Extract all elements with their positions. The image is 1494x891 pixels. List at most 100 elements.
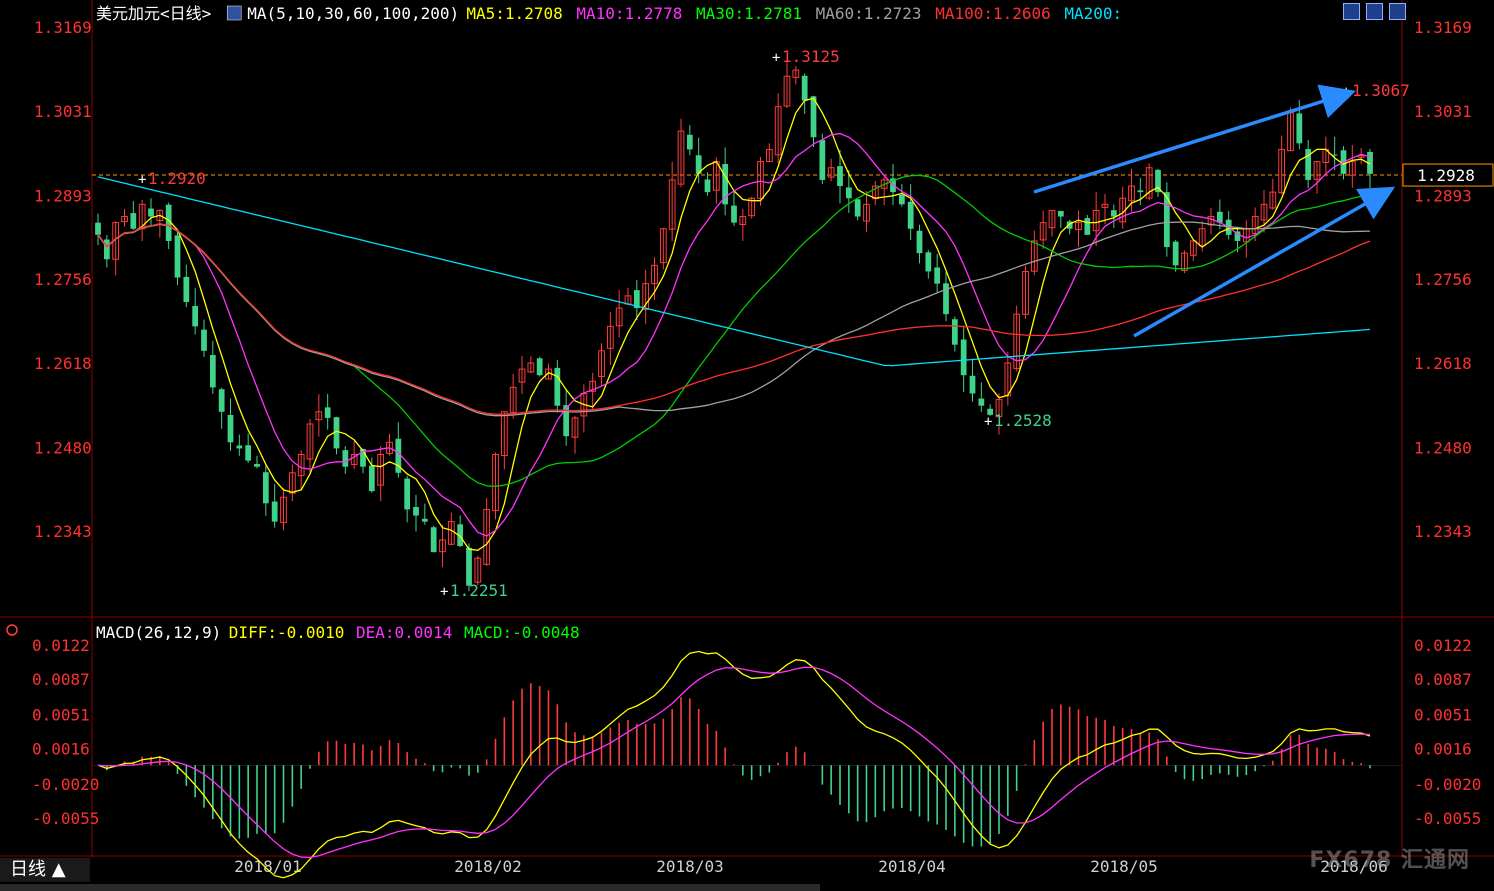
expand-icon[interactable]: [1389, 3, 1406, 20]
candle-body: [254, 463, 260, 467]
candle-body: [271, 501, 278, 522]
candle-body: [1137, 190, 1144, 193]
price-tick-right: 1.2480: [1414, 438, 1472, 457]
time-tick-label: 2018/01: [234, 857, 301, 876]
macd-tick-right: 0.0051: [1414, 705, 1472, 724]
candle-body: [686, 134, 693, 150]
candle-body: [536, 358, 543, 376]
price-tick-left: 1.2893: [34, 186, 92, 205]
candle-body: [148, 208, 154, 217]
candle-body: [421, 518, 428, 522]
chart-type-icon[interactable]: [1343, 3, 1360, 20]
candle-body: [227, 414, 234, 443]
settings-icon: [6, 624, 18, 636]
ma-value-4: MA100:1.2606: [935, 4, 1051, 23]
ma100-line: [97, 223, 1371, 415]
candle-body: [960, 339, 967, 376]
candle-body: [103, 239, 110, 260]
price-chart: 美元加元<日线> MA(5,10,30,60,100,200) MA5:1.2708…: [0, 0, 1494, 879]
price-tick-left: 1.3031: [34, 102, 92, 121]
dea-line: [97, 666, 1371, 859]
annotation-marker: +: [138, 172, 146, 188]
symbol-label: 美元加元<日线>: [96, 4, 211, 23]
candle-body: [201, 329, 207, 351]
split-view-icon[interactable]: [1366, 3, 1383, 20]
candle-body: [819, 139, 826, 180]
candle-body: [95, 222, 101, 235]
candle-body: [174, 235, 181, 278]
ma-title: MA(5,10,30,60,100,200): [247, 4, 459, 23]
ma-value-2: MA30:1.2781: [696, 4, 802, 23]
candle-body: [1296, 113, 1303, 144]
candle-body: [801, 75, 808, 101]
price-tick-left: 1.2756: [34, 270, 92, 289]
time-tick-label: 2018/03: [656, 857, 723, 876]
annotation-marker: +: [772, 50, 780, 66]
candle-body: [236, 445, 243, 449]
macd-value-0: DIFF:-0.0010: [229, 623, 345, 642]
annotation-label: 1.3125: [782, 47, 840, 66]
candle-body: [854, 199, 861, 217]
candle-body: [907, 201, 914, 229]
macd-tick-left: 0.0122: [32, 636, 90, 655]
macd-value-2: MACD:-0.0048: [464, 623, 580, 642]
candle-body: [978, 398, 985, 406]
macd-tick-right: 0.0016: [1414, 740, 1472, 759]
candle-body: [466, 547, 472, 586]
annotation-label: 1.2920: [148, 169, 206, 188]
candle-body: [951, 319, 958, 345]
candle-body: [925, 252, 932, 272]
price-tick-left: 1.2618: [34, 354, 92, 373]
candle-body: [209, 355, 216, 388]
candle-body: [368, 465, 375, 492]
macd-tick-left: -0.0055: [32, 809, 99, 828]
macd-tick-right: -0.0055: [1414, 809, 1481, 828]
annotation-label: 1.2528: [994, 411, 1052, 430]
macd-tick-left: 0.0051: [32, 705, 90, 724]
candle-body: [916, 230, 923, 254]
price-tick-left: 1.2343: [34, 522, 92, 541]
macd-title: MACD(26,12,9): [96, 623, 221, 642]
candle-body: [898, 194, 905, 205]
annotation-label: 1.2251: [450, 581, 508, 600]
price-tick-right: 1.2756: [1414, 270, 1472, 289]
annotation-marker: +: [984, 414, 992, 430]
macd-tick-right: 0.0087: [1414, 670, 1472, 689]
current-price-label: 1.2928: [1417, 166, 1475, 185]
ma-value-3: MA60:1.2723: [816, 4, 922, 23]
ma-value-1: MA10:1.2778: [576, 4, 682, 23]
candle-body: [262, 472, 269, 504]
timeframe-selector[interactable]: 日线 ▲: [0, 858, 90, 882]
price-tick-right: 1.2343: [1414, 522, 1472, 541]
candle-body: [342, 450, 349, 467]
macd-tick-right: -0.0020: [1414, 775, 1481, 794]
candle-body: [413, 507, 419, 516]
candle-body: [218, 389, 225, 412]
candle-body: [722, 164, 729, 205]
candle-body: [1057, 210, 1064, 217]
candle-body: [192, 305, 199, 327]
candle-body: [404, 478, 411, 510]
ma5-line: [97, 97, 1371, 551]
time-tick-label: 2018/02: [454, 857, 521, 876]
candle-body: [704, 179, 711, 193]
ma-value-5: MA200:: [1064, 4, 1122, 23]
candle-body: [1084, 218, 1091, 235]
lower-trend-arrow: [1133, 186, 1396, 338]
candle-body: [1110, 210, 1117, 217]
candle-body: [245, 445, 252, 461]
indicator-tabs[interactable]: [0, 884, 820, 891]
time-tick-label: 2018/05: [1090, 857, 1157, 876]
price-tick-left: 1.3169: [34, 18, 92, 37]
macd-tick-left: 0.0016: [32, 740, 90, 759]
macd-tick-left: 0.0087: [32, 670, 90, 689]
candle-body: [837, 166, 843, 187]
annotation-marker: +: [1342, 84, 1350, 100]
candle-body: [943, 283, 949, 315]
ma60-line: [97, 221, 1371, 417]
ma-value-0: MA5:1.2708: [466, 4, 562, 23]
candle-body: [731, 205, 737, 223]
indicator-icon: [226, 5, 242, 21]
macd-tick-right: 0.0122: [1414, 636, 1472, 655]
price-tick-right: 1.2893: [1414, 186, 1472, 205]
